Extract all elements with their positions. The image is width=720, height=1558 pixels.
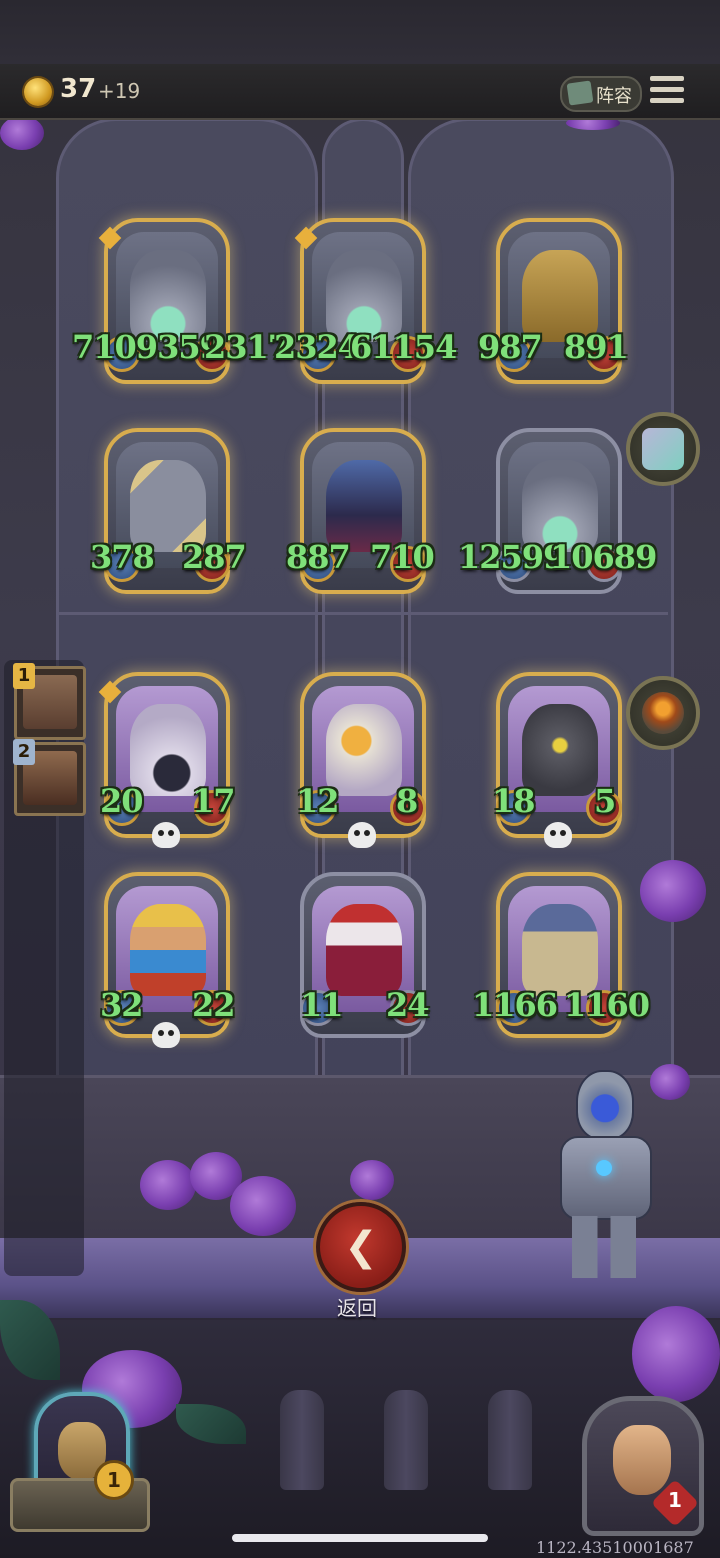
back-label: 返回 [337, 1296, 377, 1320]
rose-decoration [230, 1176, 296, 1236]
card-health-value: 1160 [564, 986, 650, 1024]
card-health-value: 5 [594, 782, 616, 820]
card-health-value: 10689 [550, 538, 657, 576]
card-attack-value: 887 [286, 538, 351, 576]
arrow-left-icon: ❮ [344, 1224, 378, 1270]
lineup-panel: 1 2 [4, 660, 86, 1276]
menu-bar-icon [650, 76, 684, 81]
card-attack-value: 20 [100, 782, 144, 820]
gold-bonus: +19 [98, 79, 141, 103]
hero-core-icon [596, 1160, 612, 1176]
bg-baluster [280, 1390, 324, 1490]
rose-decoration [640, 860, 706, 922]
opponent-portrait[interactable]: 1 [582, 1396, 704, 1536]
lineup-label: 阵容 [596, 86, 632, 107]
card-attack-value: 12599 [458, 538, 565, 576]
slot-number: 1 [13, 663, 35, 689]
bg-baluster [488, 1390, 532, 1490]
build-id: 1122.43510001687 [536, 1538, 694, 1557]
card-attack-value: 1166 [472, 986, 558, 1024]
player-level-badge: 1 [94, 1460, 134, 1500]
card-health-value: 891 [564, 328, 629, 366]
bg-baluster [384, 1390, 428, 1490]
skull-icon [152, 822, 180, 848]
skull-icon [348, 822, 376, 848]
home-indicator[interactable] [232, 1534, 488, 1542]
back-button[interactable]: ❮ [316, 1202, 406, 1292]
campfire-button[interactable] [626, 676, 700, 750]
bandit-face-icon [613, 1425, 671, 1495]
skull-icon [544, 822, 572, 848]
clown-icon [326, 904, 402, 996]
slot-number: 2 [13, 739, 35, 765]
card-attack-value: 378 [90, 538, 155, 576]
pinocchio-icon [130, 904, 206, 996]
menu-bar-icon [650, 87, 684, 92]
card-attack-value: 32 [100, 986, 144, 1024]
card-pack-icon [642, 428, 684, 470]
card-attack-value: 2324 [274, 328, 360, 366]
card-attack-value: 18 [492, 782, 536, 820]
lineup-slot[interactable]: 2 [13, 739, 86, 816]
card-health-value: 287 [182, 538, 247, 576]
opponent-lives: 1 [668, 1488, 682, 1512]
book-icon [566, 80, 594, 106]
rose-decoration [140, 1160, 196, 1210]
lineup-slot[interactable]: 1 [13, 663, 86, 740]
card-health-value: 61154 [350, 328, 457, 366]
card-attack-value: 12 [296, 782, 340, 820]
hero-head [576, 1070, 634, 1140]
card-attack-value: 7109359 [72, 328, 222, 366]
card-health-value: 8 [396, 782, 418, 820]
card-attack-value: 987 [478, 328, 543, 366]
player-portrait[interactable]: 1 [10, 1392, 150, 1532]
hero-body [560, 1136, 652, 1220]
bg-window-bar [56, 612, 668, 615]
card-pack-button[interactable] [626, 412, 700, 486]
rose-decoration [632, 1306, 720, 1402]
card-health-value: 710 [370, 538, 435, 576]
skull-icon [152, 1022, 180, 1048]
gold-count: 37 [60, 74, 97, 104]
top-bar: 37 +19 阵容 [0, 64, 720, 120]
castle-icon [522, 904, 598, 996]
campfire-icon [642, 692, 684, 734]
coin-icon [24, 78, 52, 106]
card-health-value: 24 [386, 986, 430, 1024]
card-attack-value: 11 [300, 986, 344, 1024]
menu-bar-icon [650, 98, 684, 103]
rose-decoration [350, 1160, 394, 1200]
game-screen: 37 +19 阵容 1 2 7109359 2317 2324 61154 98… [0, 0, 720, 1558]
lineup-button[interactable]: 阵容 [560, 76, 642, 112]
menu-button[interactable] [650, 76, 684, 106]
card-health-value: 22 [192, 986, 236, 1024]
player-hero-robot [540, 1070, 670, 1280]
rose-decoration [0, 116, 44, 150]
card-health-value: 17 [192, 782, 236, 820]
hero-legs [572, 1216, 636, 1278]
